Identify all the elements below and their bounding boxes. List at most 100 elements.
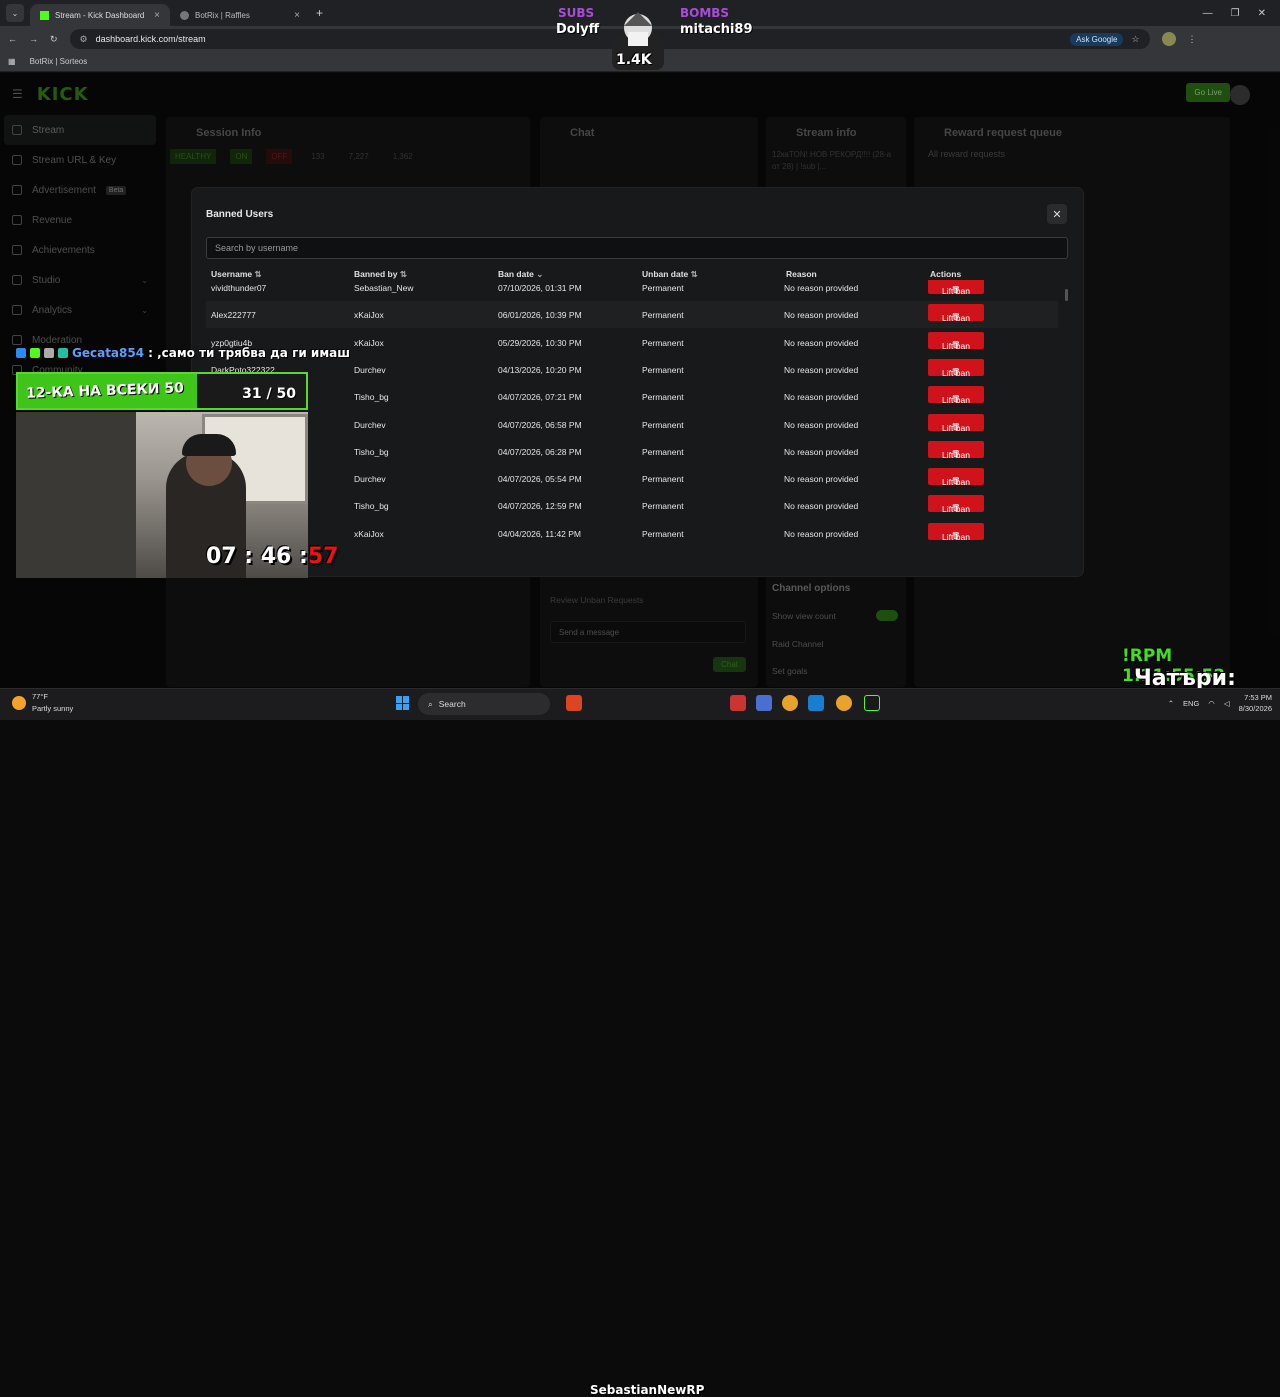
weather-widget[interactable]: 77°F Partly sunny — [12, 692, 73, 713]
cell-reason: No reason provided — [784, 310, 859, 321]
tab-label: Stream - Kick Dashboard — [55, 10, 145, 20]
subs-name: Dolyff — [556, 22, 600, 37]
sort-icon: ⇅ — [399, 269, 407, 279]
tab-kick-dashboard[interactable]: Stream - Kick Dashboard × — [30, 4, 170, 26]
cell-banned-by: Durchev — [354, 474, 386, 485]
maximize-icon[interactable]: ❐ — [1231, 8, 1240, 19]
streamer-name-overlay: SebastianNewRP — [590, 1383, 705, 1397]
tab-menu-icon[interactable]: ⌄ — [6, 4, 24, 22]
col-unban-date[interactable]: Unban date ⇅ — [642, 269, 698, 280]
tab-label: BotRix | Raffles — [195, 10, 250, 20]
cell-unban: Permanent — [642, 310, 684, 321]
table-row: Durchev 04/07/2026, 06:58 PM Permanent No r… — [206, 411, 1058, 438]
language-indicator[interactable]: ENG — [1183, 699, 1199, 708]
lift-ban-button[interactable]: 🗑 Lift ban — [928, 280, 984, 296]
cell-reason: No reason provided — [784, 283, 859, 293]
cell-unban: Permanent — [642, 364, 684, 375]
cell-unban: Permanent — [642, 446, 684, 457]
chat-message: : ,само ти трябва да ги имаш — [148, 346, 350, 360]
lift-ban-button[interactable]: 🗑 Lift ban — [928, 358, 984, 378]
windows-start-icon[interactable] — [396, 696, 410, 710]
forward-icon[interactable]: → — [29, 34, 38, 44]
bookmark-star-icon[interactable]: ☆ — [1131, 34, 1139, 45]
table-row: Alex222777 xKaiJox 06/01/2026, 10:39 PM Per… — [206, 301, 1058, 329]
cell-username[interactable]: vividthunder07 — [211, 283, 266, 293]
clock[interactable]: 7:53 PM 8/30/2026 — [1239, 692, 1272, 714]
minimize-icon[interactable]: — — [1203, 8, 1213, 19]
lift-ban-button[interactable]: 🗑 Lift ban — [928, 304, 984, 323]
taskbar-app-icon[interactable] — [756, 695, 772, 711]
site-info-icon[interactable]: ⚙ — [80, 34, 88, 45]
sort-desc-icon: ⌄ — [536, 269, 544, 279]
lift-ban-button[interactable]: 🗑 Lift ban — [928, 522, 984, 542]
cell-unban: Permanent — [642, 528, 684, 539]
lift-ban-button[interactable]: 🗑 Lift ban — [928, 386, 984, 406]
taskbar-search[interactable]: ⌕ Search — [418, 693, 550, 715]
ask-google-button[interactable]: Ask Google — [1070, 32, 1124, 46]
volume-icon[interactable]: ◁ — [1224, 699, 1230, 708]
cell-banned-by: Durchev — [354, 364, 386, 375]
lift-ban-label: Lift ban — [942, 367, 970, 378]
taskbar-app-icon[interactable] — [808, 695, 824, 711]
cell-username[interactable]: Alex222777 — [211, 310, 256, 320]
date: 8/30/2026 — [1238, 704, 1272, 713]
chrome-icon[interactable] — [836, 695, 852, 711]
search-input[interactable] — [206, 237, 1068, 259]
windows-taskbar: 77°F Partly sunny ⌕ Search ⌃ ENG ◠ ◁ 7:5… — [0, 688, 1280, 1397]
badge-icon — [16, 348, 26, 358]
kick-favicon-icon — [40, 10, 49, 20]
col-actions: Actions — [930, 269, 962, 279]
banned-users-modal: Banned Users ✕ Username ⇅ Banned by ⇅ Ba… — [192, 188, 1083, 576]
back-icon[interactable]: ← — [8, 34, 17, 44]
wifi-icon[interactable]: ◠ — [1208, 699, 1215, 708]
col-banned-by[interactable]: Banned by ⇅ — [354, 269, 407, 280]
cell-ban-date: 04/07/2026, 07:21 PM — [498, 392, 582, 403]
cell-banned-by: Sebastian_New — [354, 283, 414, 293]
modal-close-button[interactable]: ✕ — [1047, 204, 1067, 224]
tab-close-icon[interactable]: × — [154, 10, 160, 21]
table-row: vividthunder07 Sebastian_New 07/10/2026, 0… — [206, 280, 1058, 301]
table-row: Durchev 04/07/2026, 05:54 PM Permanent No r… — [206, 465, 1058, 492]
bombs-label: BOMBS — [680, 6, 730, 20]
kick-app-icon[interactable] — [864, 695, 880, 711]
banned-users-table: vividthunder07 Sebastian_New 07/10/2026, 0… — [206, 280, 1068, 562]
table-row: xKaiJox 04/04/2026, 11:42 PM Permanent No r… — [206, 520, 1058, 547]
menu-dots-icon[interactable]: ⋮ — [1188, 34, 1197, 45]
cell-unban: Permanent — [642, 501, 684, 512]
taskbar-app-icon[interactable] — [730, 695, 746, 711]
chrome-icon[interactable] — [782, 695, 798, 711]
lift-ban-button[interactable]: 🗑 Lift ban — [928, 331, 984, 351]
bookmark-botrix[interactable]: BotRix | Sorteos — [30, 57, 88, 66]
table-scrollbar[interactable] — [1065, 289, 1068, 301]
cell-ban-date: 06/01/2026, 10:39 PM — [498, 310, 582, 321]
badge-icon — [30, 348, 40, 358]
profile-avatar[interactable] — [1161, 32, 1176, 46]
lift-ban-button[interactable]: 🗑 Lift ban — [928, 440, 984, 460]
tray-chevron-icon[interactable]: ⌃ — [1168, 699, 1174, 708]
col-ban-date[interactable]: Ban date ⌄ — [498, 269, 543, 280]
botrix-favicon-icon — [180, 10, 189, 20]
streamer-cap — [182, 434, 236, 456]
lift-ban-label: Lift ban — [942, 422, 970, 433]
new-tab-icon[interactable]: + — [316, 6, 323, 20]
reload-icon[interactable]: ↻ — [50, 34, 58, 45]
taskbar-app-icon[interactable] — [566, 695, 582, 711]
tab-close-icon[interactable]: × — [294, 10, 300, 21]
cell-reason: No reason provided — [784, 364, 859, 375]
col-username[interactable]: Username ⇅ — [211, 269, 262, 280]
lift-ban-button[interactable]: 🗑 Lift ban — [928, 413, 984, 433]
table-row: eddieluvsmeTisho_bg04/07/2026, 07:21 PMP… — [206, 383, 1058, 410]
lift-ban-button[interactable]: 🗑 Lift ban — [928, 468, 984, 487]
cell-ban-date: 07/10/2026, 01:31 PM — [498, 283, 582, 293]
bombs-name: mitachi89 — [680, 22, 753, 37]
apps-grid-icon[interactable]: ▦ — [8, 57, 16, 66]
lift-ban-label: Lift ban — [942, 395, 970, 406]
close-window-icon[interactable]: ✕ — [1258, 8, 1266, 19]
cell-ban-date: 04/13/2026, 10:20 PM — [498, 364, 582, 375]
cell-ban-date: 04/04/2026, 11:42 PM — [498, 528, 582, 539]
stream-sub-overlay: SUBS Dolyff 1.4K BOMBS mitachi89 — [548, 4, 753, 74]
cell-ban-date: 04/07/2026, 05:54 PM — [498, 474, 582, 485]
tab-botrix[interactable]: BotRix | Raffles × — [170, 4, 310, 26]
lift-ban-button[interactable]: 🗑 Lift ban — [928, 495, 984, 514]
cell-reason: No reason provided — [784, 419, 859, 430]
